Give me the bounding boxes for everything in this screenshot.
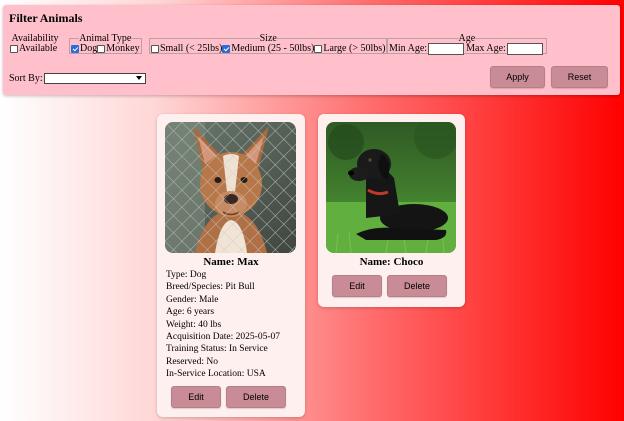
sort-by-row: Sort By:	[9, 73, 146, 84]
animal-type-legend: Animal Type	[79, 33, 132, 44]
available-label: Available	[19, 43, 58, 54]
dog-label: Dog	[80, 43, 98, 54]
detail-reserved: Reserved: No	[166, 356, 218, 367]
large-size-checkbox[interactable]	[314, 45, 323, 53]
available-checkbox[interactable]	[10, 45, 18, 53]
max-age-label: Max Age:	[466, 43, 506, 54]
availability-legend: Availability	[11, 33, 59, 44]
animal-photo	[326, 122, 456, 253]
monkey-checkbox[interactable]	[97, 45, 106, 53]
age-group: Age Min Age: Max Age:	[387, 33, 547, 55]
detail-age: Age: 6 years	[166, 307, 215, 318]
large-size-label: Large (> 50lbs)	[323, 43, 386, 54]
medium-size-label: Medium (25 - 50lbs)	[231, 43, 315, 54]
sort-by-select[interactable]	[43, 73, 146, 84]
apply-button[interactable]: Apply	[490, 66, 545, 88]
animal-card-max: Name: Max Type: Dog Breed/Species: Pit B…	[157, 114, 305, 417]
reset-button[interactable]: Reset	[551, 66, 608, 88]
detail-weight: Weight: 40 lbs	[166, 319, 222, 330]
min-age-label: Min Age:	[389, 43, 428, 54]
monkey-label: Monkey	[106, 43, 140, 54]
delete-button[interactable]: Delete	[226, 386, 286, 408]
detail-acquisition-date: Acquisition Date: 2025-05-07	[166, 332, 280, 343]
delete-button[interactable]: Delete	[387, 275, 447, 297]
detail-type: Type: Dog	[166, 270, 207, 280]
edit-button[interactable]: Edit	[171, 386, 221, 408]
small-size-label: Small (< 25lbs)	[160, 43, 223, 54]
dog-checkbox[interactable]	[71, 45, 79, 53]
animal-name: Name: Choco	[359, 256, 424, 268]
detail-training-status: Training Status: In Service	[166, 344, 268, 355]
detail-gender: Gender: Male	[166, 294, 219, 305]
medium-size-checkbox[interactable]	[222, 45, 231, 53]
dog-photo-labrador	[326, 122, 456, 253]
edit-button[interactable]: Edit	[332, 275, 382, 297]
min-age-input[interactable]	[428, 43, 465, 55]
animal-photo	[165, 122, 296, 253]
small-size-checkbox[interactable]	[151, 45, 159, 53]
availability-group: Availability Available	[9, 34, 61, 54]
sort-by-label: Sort By:	[9, 73, 43, 84]
size-legend: Size	[259, 33, 277, 44]
animal-type-group: Animal Type Dog Monkey	[69, 34, 142, 54]
animal-details: Type: Dog Breed/Species: Pit Bull Gender…	[166, 269, 280, 381]
detail-breed: Breed/Species: Pit Bull	[166, 282, 255, 293]
dog-photo-pitbull	[165, 122, 296, 253]
age-legend: Age	[458, 33, 476, 44]
size-group: Size Small (< 25lbs) Medium (25 - 50lbs)…	[149, 33, 388, 54]
max-age-input[interactable]	[506, 43, 543, 55]
filter-title: Filter Animals	[9, 11, 83, 25]
detail-location: In-Service Location: USA	[166, 369, 266, 380]
animal-name: Name: Max	[203, 256, 259, 268]
animal-card-choco: Name: Choco Edit Delete	[318, 114, 465, 307]
filter-panel: Filter Animals Availability Available An…	[3, 5, 620, 95]
